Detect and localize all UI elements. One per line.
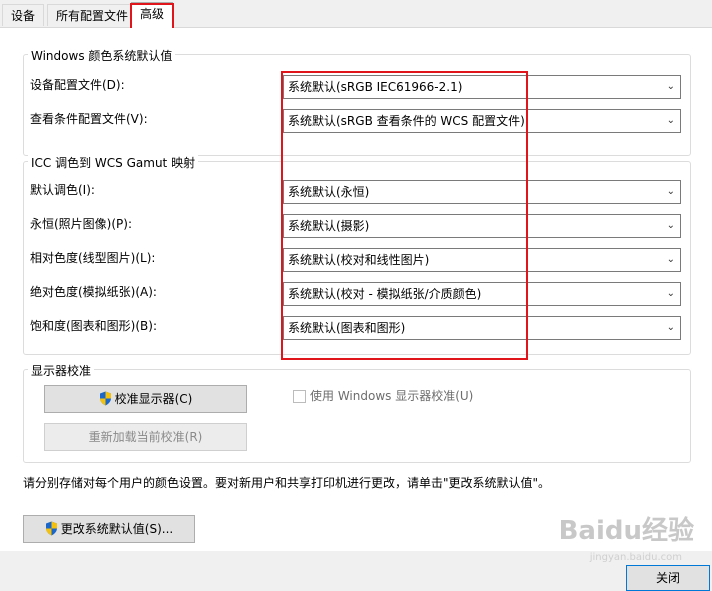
- chevron-down-icon: ⌄: [666, 322, 675, 333]
- viewing-profile-label: 查看条件配置文件(V):: [30, 112, 148, 126]
- group-windows-defaults: [23, 54, 691, 156]
- group-title: Windows 颜色系统默认值: [28, 47, 176, 64]
- tab-all-profiles[interactable]: 所有配置文件: [47, 4, 138, 26]
- relative-colorimetric-select[interactable]: 系统默认(校对和线性图片) ⌄: [283, 248, 681, 272]
- device-profile-label: 设备配置文件(D):: [30, 78, 125, 92]
- select-value: 系统默认(图表和图形): [288, 321, 406, 335]
- tab-label: 设备: [11, 9, 36, 23]
- close-button[interactable]: 关闭: [626, 565, 710, 591]
- absolute-colorimetric-select[interactable]: 系统默认(校对 - 模拟纸张/介质颜色) ⌄: [283, 282, 681, 306]
- button-label: 校准显示器(C): [114, 392, 193, 406]
- device-profile-select[interactable]: 系统默认(sRGB IEC61966-2.1) ⌄: [283, 75, 681, 99]
- saturation-select[interactable]: 系统默认(图表和图形) ⌄: [283, 316, 681, 340]
- select-value: 系统默认(sRGB IEC61966-2.1): [288, 80, 463, 94]
- use-windows-calibration-label: 使用 Windows 显示器校准(U): [310, 389, 474, 403]
- tab-page-advanced: Windows 颜色系统默认值 设备配置文件(D): 系统默认(sRGB IEC…: [0, 28, 712, 551]
- group-title: 显示器校准: [28, 362, 95, 379]
- chevron-down-icon: ⌄: [666, 115, 675, 126]
- chevron-down-icon: ⌄: [666, 220, 675, 231]
- tab-advanced[interactable]: 高级: [131, 2, 173, 28]
- use-windows-calibration-checkbox[interactable]: [293, 390, 306, 403]
- chevron-down-icon: ⌄: [666, 254, 675, 265]
- button-label: 重新加载当前校准(R): [88, 430, 203, 444]
- select-value: 系统默认(校对和线性图片): [288, 253, 430, 267]
- change-system-defaults-button[interactable]: 更改系统默认值(S)...: [23, 515, 195, 543]
- default-rendering-select[interactable]: 系统默认(永恒) ⌄: [283, 180, 681, 204]
- gamut-row-label: 永恒(照片图像)(P):: [30, 217, 133, 231]
- chevron-down-icon: ⌄: [666, 81, 675, 92]
- watermark: Baidu经验: [558, 516, 694, 546]
- viewing-profile-select[interactable]: 系统默认(sRGB 查看条件的 WCS 配置文件) ⌄: [283, 109, 681, 133]
- select-value: 系统默认(校对 - 模拟纸张/介质颜色): [288, 287, 482, 301]
- button-label: 关闭: [655, 571, 680, 585]
- group-title: ICC 调色到 WCS Gamut 映射: [28, 154, 199, 171]
- perceptual-select[interactable]: 系统默认(摄影) ⌄: [283, 214, 681, 238]
- select-value: 系统默认(永恒): [288, 185, 370, 199]
- watermark-url: jingyan.baidu.com: [589, 552, 682, 563]
- tab-devices[interactable]: 设备: [2, 4, 45, 26]
- uac-shield-icon: [99, 391, 111, 406]
- gamut-row-label: 相对色度(线型图片)(L):: [30, 251, 156, 265]
- uac-shield-icon: [45, 521, 57, 536]
- gamut-row-label: 默认调色(I):: [30, 183, 95, 197]
- gamut-row-label: 饱和度(图表和图形)(B):: [30, 319, 158, 333]
- gamut-row-label: 绝对色度(模拟纸张)(A):: [30, 285, 157, 299]
- tab-label: 高级: [140, 7, 165, 21]
- chevron-down-icon: ⌄: [666, 186, 675, 197]
- select-value: 系统默认(摄影): [288, 219, 370, 233]
- calibrate-display-button[interactable]: 校准显示器(C): [44, 385, 247, 413]
- tab-label: 所有配置文件: [56, 9, 129, 23]
- note-text: 请分别存储对每个用户的颜色设置。要对新用户和共享打印机进行更改，请单击"更改系统…: [23, 476, 551, 490]
- reload-calibration-button[interactable]: 重新加载当前校准(R): [44, 423, 247, 451]
- chevron-down-icon: ⌄: [666, 288, 675, 299]
- select-value: 系统默认(sRGB 查看条件的 WCS 配置文件): [288, 114, 525, 128]
- button-label: 更改系统默认值(S)...: [60, 522, 174, 536]
